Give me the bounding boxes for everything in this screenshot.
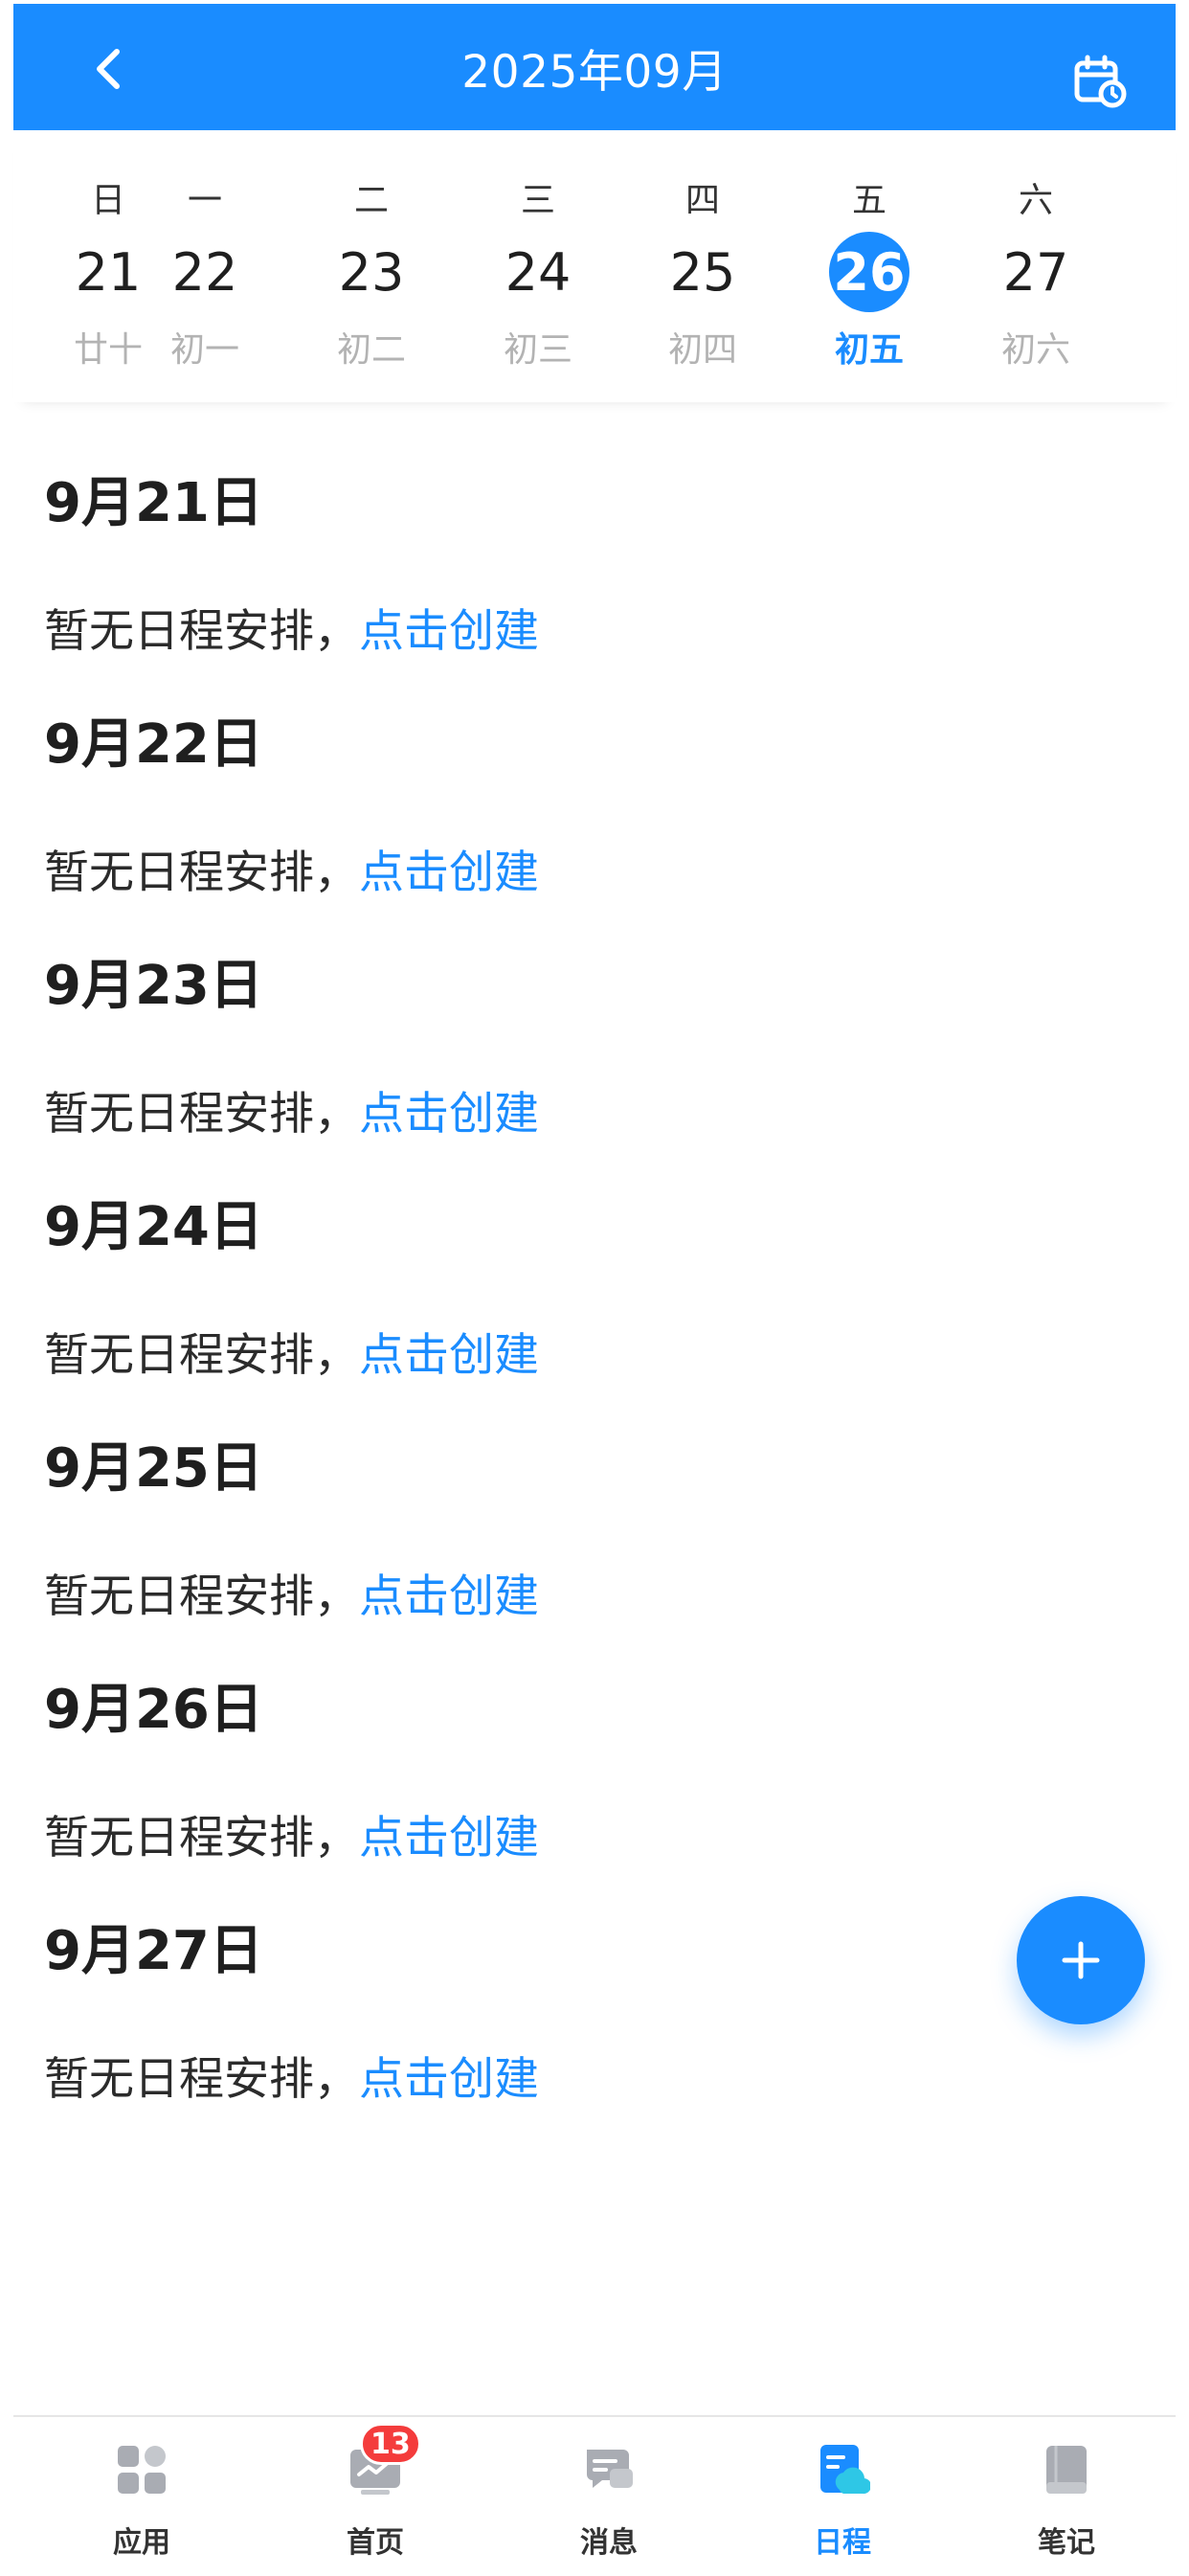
create-schedule-link[interactable]: 点击创建 — [359, 1088, 539, 1141]
lunar-date: 初四 — [667, 330, 737, 370]
create-schedule-link[interactable]: 点击创建 — [359, 847, 539, 899]
weekday-label: 五 — [851, 181, 886, 220]
lunar-date: 初三 — [503, 330, 572, 370]
week-day-wed[interactable]: 三 24 初三 — [481, 130, 595, 402]
weekday-label: 二 — [353, 181, 389, 220]
plus-icon — [1062, 1941, 1100, 1979]
day-number: 24 — [505, 241, 572, 303]
day-number: 25 — [669, 241, 736, 303]
empty-schedule-row: 暂无日程安排，点击创建 — [44, 2042, 539, 2108]
date-heading: 9月27日 — [44, 1920, 263, 1982]
lunar-date: 初六 — [1000, 330, 1070, 370]
add-schedule-button[interactable] — [1017, 1896, 1145, 2024]
date-heading: 9月24日 — [44, 1196, 263, 1258]
empty-schedule-row: 暂无日程安排，点击创建 — [44, 1559, 539, 1625]
message-bubble-icon — [587, 2450, 633, 2488]
lunar-date: 初一 — [169, 330, 239, 370]
empty-schedule-text: 暂无日程安排， — [44, 605, 359, 658]
create-schedule-link[interactable]: 点击创建 — [359, 605, 539, 658]
calendar-clock-icon — [1074, 55, 1127, 108]
empty-schedule-text: 暂无日程安排， — [44, 1088, 359, 1141]
date-heading: 9月26日 — [44, 1679, 263, 1741]
back-button[interactable] — [80, 40, 138, 98]
empty-schedule-text: 暂无日程安排， — [44, 1329, 359, 1382]
bottom-tab-bar: 应用 首页 13 消息 日程 笔记 — [13, 2415, 1176, 2576]
week-day-sat[interactable]: 六 27 初六 — [978, 130, 1093, 402]
calendar-button[interactable] — [1072, 54, 1128, 109]
week-day-tue[interactable]: 二 23 初二 — [314, 130, 429, 402]
chevron-left-icon — [97, 49, 120, 89]
tab-label: 消息 — [580, 2526, 638, 2560]
create-schedule-link[interactable]: 点击创建 — [359, 1329, 539, 1382]
empty-schedule-text: 暂无日程安排， — [44, 1812, 359, 1864]
app-root: 2025年09月 日 21 廿十 一 22 初一 二 23 初二 三 24 初三… — [0, 0, 1189, 2576]
empty-schedule-row: 暂无日程安排，点击创建 — [44, 1318, 539, 1384]
empty-schedule-row: 暂无日程安排，点击创建 — [44, 835, 539, 901]
week-strip: 日 21 廿十 一 22 初一 二 23 初二 三 24 初三 四 25 初四 … — [13, 130, 1176, 402]
weekday-label: 四 — [684, 181, 720, 220]
create-schedule-link[interactable]: 点击创建 — [359, 1570, 539, 1623]
date-heading: 9月22日 — [44, 713, 263, 776]
day-number: 27 — [1002, 241, 1069, 303]
empty-schedule-text: 暂无日程安排， — [44, 1570, 359, 1623]
weekday-label: 一 — [187, 181, 222, 220]
tab-label: 首页 — [347, 2526, 404, 2560]
empty-schedule-text: 暂无日程安排， — [44, 847, 359, 899]
day-number: 23 — [338, 241, 405, 303]
week-day-fri[interactable]: 五 26 初五 — [812, 130, 927, 402]
create-schedule-link[interactable]: 点击创建 — [359, 1812, 539, 1864]
empty-schedule-row: 暂无日程安排，点击创建 — [44, 1800, 539, 1866]
lunar-date: 初二 — [336, 330, 406, 370]
top-app-bar: 2025年09月 — [13, 4, 1176, 130]
week-day-mon[interactable]: 一 22 初一 — [147, 130, 262, 402]
lunar-date: 初五 — [834, 330, 904, 370]
day-number: 21 — [75, 241, 142, 303]
tab-label: 应用 — [113, 2526, 170, 2560]
unread-count-badge: 13 — [360, 2423, 421, 2465]
tab-messages[interactable]: 消息 — [513, 2417, 705, 2576]
tab-label: 日程 — [814, 2526, 871, 2560]
date-heading: 9月25日 — [44, 1437, 263, 1500]
day-number-selected: 26 — [829, 232, 909, 312]
week-day-thu[interactable]: 四 25 初四 — [645, 130, 760, 402]
schedule-doc-icon — [820, 2445, 870, 2495]
tab-notes[interactable]: 笔记 — [971, 2417, 1162, 2576]
tab-apps[interactable]: 应用 — [46, 2417, 237, 2576]
date-heading: 9月23日 — [44, 955, 263, 1017]
day-number: 22 — [171, 241, 238, 303]
notebook-icon — [1046, 2446, 1087, 2494]
tab-schedule[interactable]: 日程 — [747, 2417, 938, 2576]
create-schedule-link[interactable]: 点击创建 — [359, 2053, 539, 2106]
page-title: 2025年09月 — [461, 45, 728, 99]
date-heading: 9月21日 — [44, 472, 263, 534]
empty-schedule-row: 暂无日程安排，点击创建 — [44, 594, 539, 660]
weekday-label: 六 — [1018, 181, 1053, 220]
empty-schedule-text: 暂无日程安排， — [44, 2053, 359, 2106]
tab-label: 笔记 — [1038, 2526, 1095, 2560]
apps-grid-icon — [118, 2446, 166, 2494]
empty-schedule-row: 暂无日程安排，点击创建 — [44, 1076, 539, 1142]
weekday-label: 三 — [520, 181, 555, 220]
